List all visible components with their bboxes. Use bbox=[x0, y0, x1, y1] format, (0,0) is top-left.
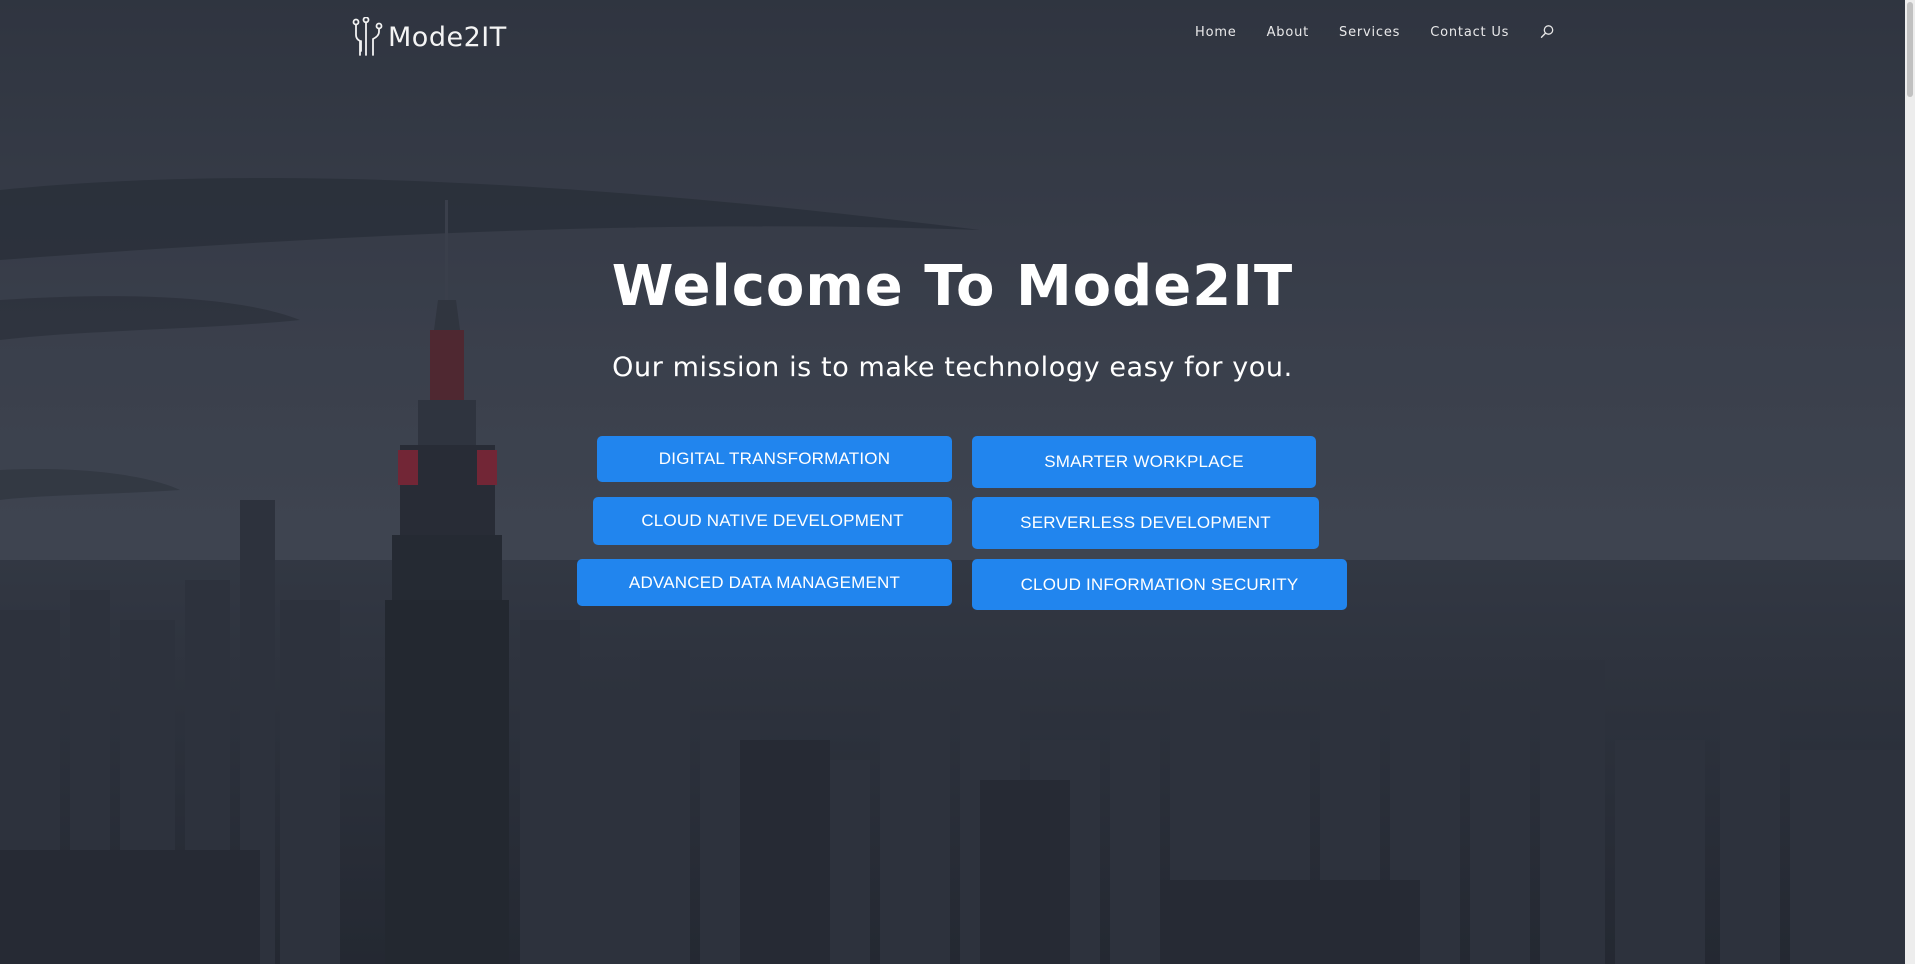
cloud-native-development-button[interactable]: CLOUD NATIVE DEVELOPMENT bbox=[593, 497, 952, 545]
digital-transformation-button[interactable]: DIGITAL TRANSFORMATION bbox=[597, 436, 952, 482]
site-logo[interactable]: Mode2IT bbox=[352, 17, 507, 57]
circuit-icon bbox=[352, 17, 383, 56]
cloud-information-security-button[interactable]: CLOUD INFORMATION SECURITY bbox=[972, 559, 1347, 610]
smarter-workplace-button[interactable]: SMARTER WORKPLACE bbox=[972, 436, 1316, 488]
site-header: Mode2IT Home About Services Contact Us bbox=[0, 0, 1905, 75]
page: Mode2IT Home About Services Contact Us W… bbox=[0, 0, 1915, 964]
page-scrollbar[interactable] bbox=[1905, 0, 1915, 964]
hero-overlay bbox=[0, 0, 1905, 964]
main-nav: Home About Services Contact Us bbox=[1195, 24, 1555, 40]
serverless-development-button[interactable]: SERVERLESS DEVELOPMENT bbox=[972, 497, 1319, 549]
nav-item-home[interactable]: Home bbox=[1195, 25, 1237, 40]
advanced-data-management-button[interactable]: ADVANCED DATA MANAGEMENT bbox=[577, 559, 952, 606]
nav-item-about[interactable]: About bbox=[1267, 25, 1309, 40]
nav-item-contact-us[interactable]: Contact Us bbox=[1430, 25, 1509, 40]
search-icon[interactable] bbox=[1539, 24, 1555, 40]
hero-subtitle: Our mission is to make technology easy f… bbox=[612, 352, 1293, 383]
logo-text: Mode2IT bbox=[388, 21, 507, 53]
scrollbar-thumb[interactable] bbox=[1907, 2, 1913, 97]
nav-item-services[interactable]: Services bbox=[1339, 25, 1400, 40]
hero-title: Welcome To Mode2IT bbox=[611, 254, 1294, 319]
